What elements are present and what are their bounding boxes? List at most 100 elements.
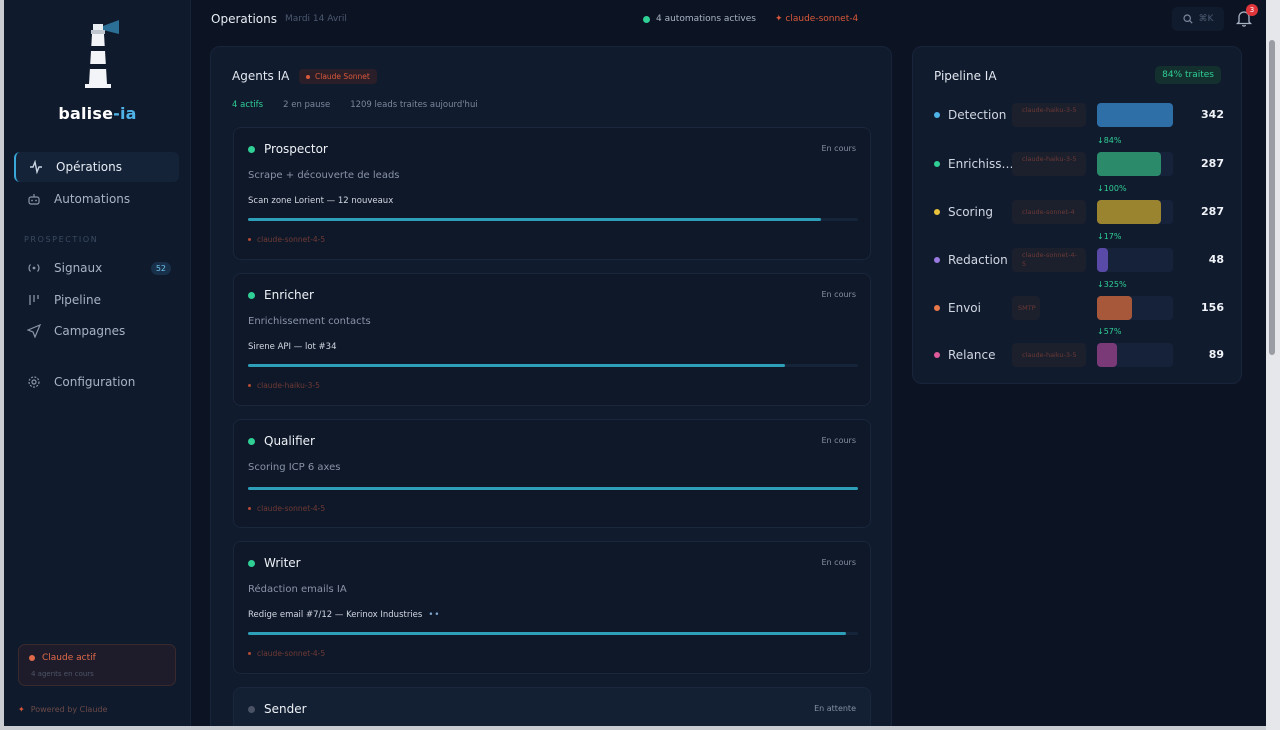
step-conversion: ↓57%: [1097, 327, 1122, 336]
status-dot: [248, 507, 251, 510]
scrollbar-thumb[interactable]: [1269, 40, 1275, 355]
page-date: Mardi 14 Avril: [285, 14, 347, 24]
agent-card-qualifier[interactable]: Qualifier En cours Scoring ICP 6 axes cl…: [233, 419, 871, 528]
pipeline-panel: Pipeline IA 84% traites Detection claude…: [912, 46, 1242, 384]
agent-description: Rédaction emails IA: [248, 584, 347, 595]
signals-count-badge: 52: [150, 261, 171, 275]
powered-by: ✦ Powered by Claude: [18, 705, 107, 714]
agent-name: Enricher: [264, 288, 314, 302]
status-dot: [643, 15, 650, 23]
step-bar-fill: [1097, 103, 1173, 127]
agent-task: Scan zone Lorient — 12 nouveaux: [248, 196, 394, 206]
step-count: 287: [1201, 157, 1224, 170]
status-dot: [248, 559, 255, 567]
progress-fill: [248, 632, 846, 635]
step-bar: [1097, 343, 1173, 367]
shortcut-hint: ⌘K: [1198, 14, 1214, 24]
agent-name: Prospector: [264, 142, 328, 156]
pipeline-step-enrichissement[interactable]: ↓84% Enrichissement claude-haiku-3-5 287: [934, 136, 1224, 178]
nav-item-operations[interactable]: Opérations: [14, 152, 179, 182]
step-bar: [1097, 103, 1173, 127]
claude-status-card: Claude actif 4 agents en cours: [18, 644, 176, 686]
agent-card-writer[interactable]: Writer En cours Rédaction emails IA Redi…: [233, 541, 871, 674]
step-count: 287: [1201, 205, 1224, 218]
step-model: claude-haiku-3-5: [1012, 152, 1086, 176]
agent-description: Enrichissement contacts: [248, 316, 371, 327]
claude-status-text: Claude actif: [42, 653, 96, 663]
step-label: Relance: [948, 348, 996, 362]
nav-item-configuration[interactable]: Configuration: [14, 367, 179, 397]
stat-paused: 2 en pause: [283, 100, 331, 110]
status-dot: [248, 384, 251, 387]
send-icon: [26, 323, 42, 339]
step-count: 156: [1201, 301, 1224, 314]
progress-fill: [248, 218, 822, 221]
agent-card-enricher[interactable]: Enricher En cours Enrichissement contact…: [233, 273, 871, 406]
step-bar-fill: [1097, 152, 1161, 176]
agent-name: Sender: [264, 702, 307, 716]
agent-model: claude-sonnet-4-5: [248, 649, 325, 658]
processed-percent-badge: 84% traites: [1155, 66, 1221, 84]
agent-status: En cours: [821, 436, 857, 445]
stat-active: 4 actifs: [232, 100, 264, 110]
agent-progress-bar: [248, 632, 858, 635]
step-count: 89: [1208, 348, 1224, 361]
step-bar: [1097, 296, 1173, 320]
nav-label: Signaux: [54, 261, 103, 275]
status-dot: [934, 257, 940, 263]
status-dot: [934, 352, 940, 358]
step-bar-fill: [1097, 248, 1108, 272]
top-bar: Operations Mardi 14 Avril 4 automations …: [191, 0, 1266, 40]
nav-item-automations[interactable]: Automations: [14, 184, 179, 214]
model-pill: Claude Sonnet: [299, 69, 377, 84]
agent-description: Scoring ICP 6 axes: [248, 462, 341, 473]
agent-task: Redige email #7/12 — Kerinox Industries •…: [248, 610, 440, 620]
signal-icon: [26, 260, 42, 276]
agent-model: claude-sonnet-4-5: [248, 504, 325, 513]
step-bar-fill: [1097, 343, 1117, 367]
nav-item-campagnes[interactable]: Campagnes: [14, 316, 179, 346]
agent-card-sender[interactable]: Sender En attente: [233, 687, 871, 726]
agent-progress-bar: [248, 487, 858, 490]
search-icon: [1182, 14, 1193, 24]
pipeline-step-detection[interactable]: Detection claude-haiku-3-5 342: [934, 101, 1224, 129]
agent-task-text: Redige email #7/12 — Kerinox Industries: [248, 610, 423, 620]
agent-name: Qualifier: [264, 434, 315, 448]
agent-status: En attente: [814, 704, 856, 713]
agent-progress-bar: [248, 218, 858, 221]
claude-status-sub: 4 agents en cours: [31, 670, 94, 678]
pipeline-step-relance[interactable]: ↓57% Relance claude-haiku-3-5 89: [934, 327, 1224, 369]
pipeline-step-scoring[interactable]: ↓100% Scoring claude-sonnet-4 287: [934, 184, 1224, 226]
automations-status: 4 automations actives: [643, 14, 756, 24]
panel-title: Agents IA: [232, 69, 290, 83]
agent-model-text: claude-sonnet-4-5: [257, 504, 326, 513]
status-dot: [248, 652, 251, 655]
notification-count-badge: 3: [1246, 4, 1258, 16]
status-dot: [934, 112, 940, 118]
agent-name: Writer: [264, 556, 301, 570]
pipeline-step-envoi[interactable]: ↓325% Envoi SMTP 156: [934, 280, 1224, 322]
app-window: balise-ia Opérations Automations PROSPEC…: [4, 0, 1266, 726]
agent-status: En cours: [821, 144, 857, 153]
search-button[interactable]: ⌘K: [1172, 7, 1224, 31]
status-dot: [934, 161, 940, 167]
agent-card-prospector[interactable]: Prospector En cours Scrape + découverte …: [233, 127, 871, 260]
agent-model: claude-haiku-3-5: [248, 381, 320, 390]
progress-fill: [248, 364, 785, 367]
status-dot: [248, 437, 255, 445]
step-label: Envoi: [948, 301, 981, 315]
status-dot: [248, 145, 255, 153]
nav-item-signaux[interactable]: Signaux 52: [14, 253, 179, 283]
stat-leads: 1209 leads traites aujourd'hui: [350, 100, 478, 110]
agent-progress-bar: [248, 364, 858, 367]
step-conversion: ↓84%: [1097, 136, 1122, 145]
nav-item-pipeline[interactable]: Pipeline: [14, 285, 179, 315]
pipeline-step-redaction[interactable]: ↓17% Redaction claude-sonnet-4-5 48: [934, 232, 1224, 274]
lighthouse-logo-icon: [4, 18, 191, 90]
active-model: ✦ claude-sonnet-4: [775, 14, 858, 24]
notifications-button[interactable]: 3: [1235, 4, 1258, 29]
status-dot: [248, 705, 255, 713]
agent-task: Sirene API — lot #34: [248, 342, 337, 352]
step-model: claude-sonnet-4: [1012, 200, 1086, 224]
status-dot: [248, 238, 251, 241]
